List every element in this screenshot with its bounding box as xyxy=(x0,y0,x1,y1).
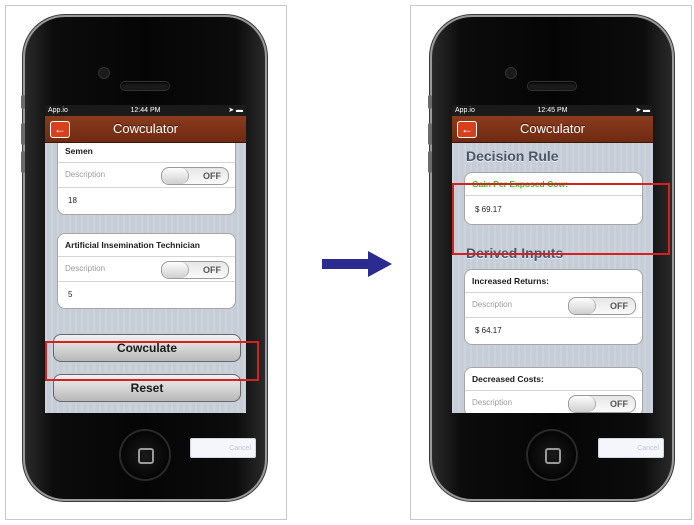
ai-technician-value[interactable]: 5 xyxy=(58,282,235,308)
decision-rule-heading: Decision Rule xyxy=(466,148,559,164)
nav-bar: ← Cowculator xyxy=(45,116,246,143)
ad-text: Cancel xyxy=(229,445,251,452)
ad-text: Cancel xyxy=(637,445,659,452)
nav-title: Cowculator xyxy=(112,121,179,136)
battery-icon: ➤ ▬ xyxy=(228,107,243,114)
cowculate-highlight-box xyxy=(45,341,259,381)
ad-banner[interactable]: Cancel xyxy=(190,438,256,458)
toggle-label: OFF xyxy=(610,399,628,409)
volume-down-button xyxy=(21,151,25,173)
status-bar: App.io 12:44 PM ➤ ▬ xyxy=(45,105,246,116)
increased-returns-card: Increased Returns: Description OFF $ 64.… xyxy=(464,269,643,345)
increased-returns-toggle[interactable]: OFF xyxy=(568,297,636,315)
description-label: Description xyxy=(65,170,106,179)
decreased-costs-toggle[interactable]: OFF xyxy=(568,395,636,413)
ai-technician-toggle[interactable]: OFF xyxy=(161,261,229,279)
increased-returns-label: Increased Returns: xyxy=(465,270,642,293)
home-button[interactable] xyxy=(121,431,169,479)
toggle-label: OFF xyxy=(203,265,221,275)
mute-switch xyxy=(428,95,432,109)
toggle-label: OFF xyxy=(610,301,628,311)
home-square-icon xyxy=(545,448,561,464)
semen-toggle[interactable]: OFF xyxy=(161,167,229,185)
decreased-costs-card: Decreased Costs: Description OFF xyxy=(464,367,643,413)
home-square-icon xyxy=(138,448,154,464)
nav-bar: ← Cowculator xyxy=(452,116,653,143)
semen-value[interactable]: 18 xyxy=(58,188,235,214)
status-time: 12:45 PM xyxy=(537,107,568,114)
front-camera xyxy=(99,68,109,78)
volume-up-button xyxy=(21,123,25,145)
home-button[interactable] xyxy=(528,431,576,479)
front-camera xyxy=(506,68,516,78)
right-iphone: App.io 12:45 PM ➤ ▬ ← Cowculator Decisio… xyxy=(428,17,672,499)
transition-arrow-icon xyxy=(322,251,392,277)
ai-technician-card: Artificial Insemination Technician Descr… xyxy=(57,233,236,309)
description-row: Description OFF xyxy=(58,163,235,188)
earpiece-speaker xyxy=(121,82,169,90)
toggle-label: OFF xyxy=(203,171,221,181)
mute-switch xyxy=(21,95,25,109)
earpiece-speaker xyxy=(528,82,576,90)
status-bar: App.io 12:45 PM ➤ ▬ xyxy=(452,105,653,116)
description-label: Description xyxy=(472,398,513,407)
description-row: Description OFF xyxy=(465,391,642,413)
gain-highlight-box xyxy=(452,183,670,255)
description-label: Description xyxy=(472,300,513,309)
ai-technician-label: Artificial Insemination Technician xyxy=(58,234,235,257)
decreased-costs-label: Decreased Costs: xyxy=(465,368,642,391)
right-app-screen: App.io 12:45 PM ➤ ▬ ← Cowculator Decisio… xyxy=(452,105,653,413)
left-iphone: App.io 12:44 PM ➤ ▬ ← Cowculator Semen D… xyxy=(21,17,265,499)
volume-up-button xyxy=(428,123,432,145)
ad-banner[interactable]: Cancel xyxy=(598,438,664,458)
increased-returns-value[interactable]: $ 64.17 xyxy=(465,318,642,344)
semen-label: Semen xyxy=(58,143,235,163)
battery-icon: ➤ ▬ xyxy=(635,107,650,114)
status-time: 12:44 PM xyxy=(130,107,161,114)
description-row: Description OFF xyxy=(465,293,642,318)
volume-down-button xyxy=(428,151,432,173)
description-row: Description OFF xyxy=(58,257,235,282)
semen-card: Semen Description OFF 18 xyxy=(57,143,236,215)
description-label: Description xyxy=(65,264,106,273)
nav-title: Cowculator xyxy=(519,121,586,136)
